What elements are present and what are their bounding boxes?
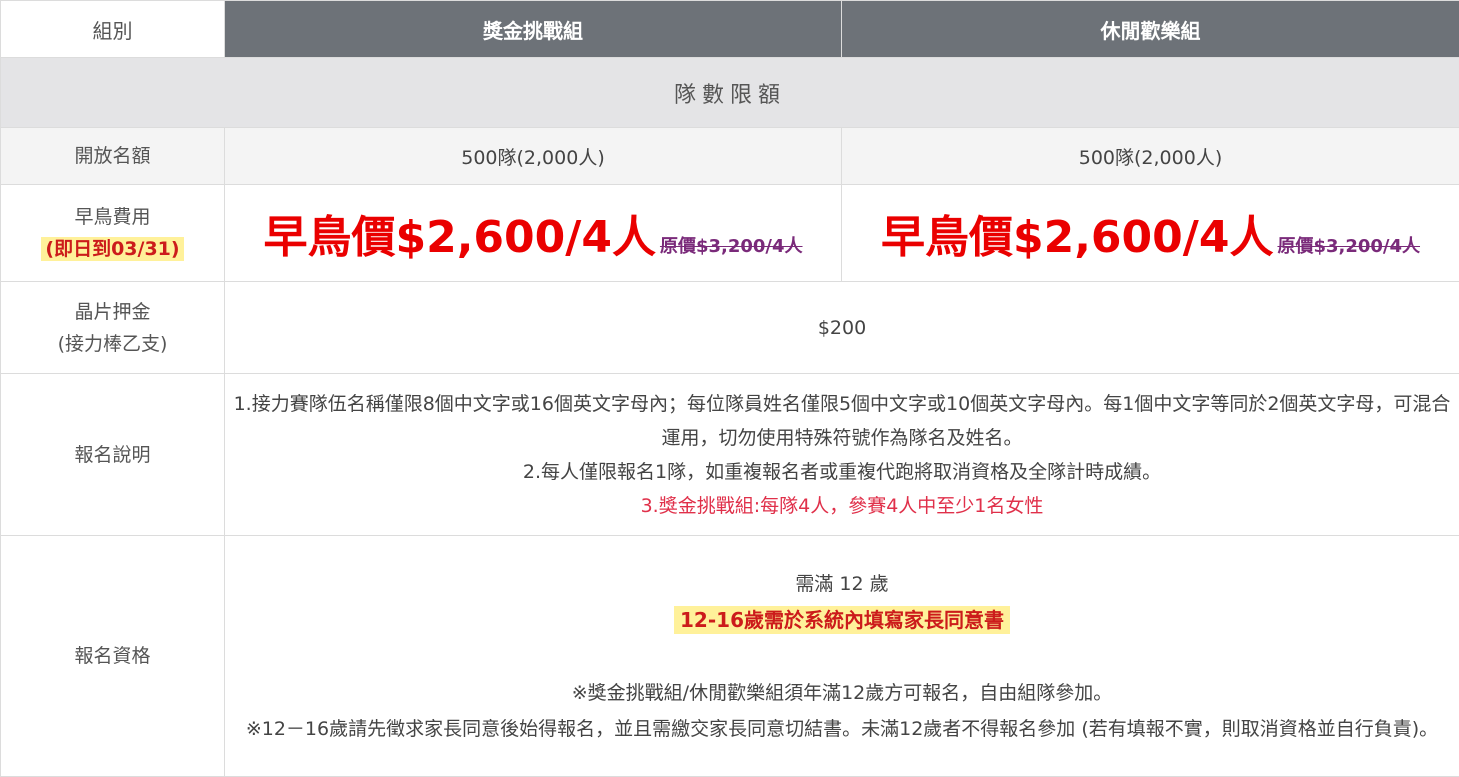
group-label: 組別 (1, 1, 225, 58)
early-bird-row: 早鳥費用 (即日到03/31) 早鳥價$2,600/4人原價$3,200/4人 … (1, 185, 1459, 282)
early-bird-deadline: (即日到03/31) (41, 237, 183, 261)
eligibility-row: 報名資格 需滿 12 歲 12-16歲需於系統內填寫家長同意書 ※獎金挑戰組/休… (1, 536, 1459, 777)
header-row: 組別 獎金挑戰組 休閒歡樂組 (1, 1, 1459, 58)
deposit-value: $200 (225, 282, 1459, 374)
eligibility-content: 需滿 12 歲 12-16歲需於系統內填寫家長同意書 ※獎金挑戰組/休閒歡樂組須… (225, 536, 1459, 777)
early-bird-group2: 早鳥價$2,600/4人原價$3,200/4人 (842, 185, 1459, 282)
quota-group2: 500隊(2,000人) (842, 128, 1459, 185)
original-price-group2: 原價$3,200/4人 (1277, 236, 1420, 257)
eligibility-note-2: ※12－16歲請先徵求家長同意後始得報名，並且需繳交家長同意切結書。未滿12歲者… (237, 711, 1447, 747)
early-bird-price-group1: 早鳥價$2,600/4人 (263, 212, 655, 263)
deposit-sublabel: (接力棒乙支) (1, 328, 224, 360)
early-bird-label: 早鳥費用 (1, 201, 224, 233)
section-title: 隊數限額 (1, 58, 1459, 128)
notes-row: 報名說明 1.接力賽隊伍名稱僅限8個中文字或16個英文字母內；每位隊員姓名僅限5… (1, 374, 1459, 536)
note-line-1: 1.接力賽隊伍名稱僅限8個中文字或16個英文字母內；每位隊員姓名僅限5個中文字或… (233, 387, 1451, 455)
eligibility-age: 需滿 12 歲 (237, 566, 1447, 602)
quota-group1: 500隊(2,000人) (225, 128, 842, 185)
early-bird-label-cell: 早鳥費用 (即日到03/31) (1, 185, 225, 282)
quota-row: 開放名額 500隊(2,000人) 500隊(2,000人) (1, 128, 1459, 185)
note-line-2: 2.每人僅限報名1隊，如重複報名者或重複代跑將取消資格及全隊計時成績。 (233, 455, 1451, 489)
deposit-label: 晶片押金 (1, 296, 224, 328)
deposit-label-cell: 晶片押金 (接力棒乙支) (1, 282, 225, 374)
eligibility-label: 報名資格 (1, 536, 225, 777)
eligibility-note-1: ※獎金挑戰組/休閒歡樂組須年滿12歲方可報名，自由組隊參加。 (237, 675, 1447, 711)
note-line-3: 3.獎金挑戰組:每隊4人，參賽4人中至少1名女性 (233, 489, 1451, 523)
early-bird-group1: 早鳥價$2,600/4人原價$3,200/4人 (225, 185, 842, 282)
group-prize-challenge: 獎金挑戰組 (225, 1, 842, 58)
notes-label: 報名說明 (1, 374, 225, 536)
registration-table: 組別 獎金挑戰組 休閒歡樂組 隊數限額 開放名額 500隊(2,000人) 50… (0, 0, 1459, 777)
deposit-row: 晶片押金 (接力棒乙支) $200 (1, 282, 1459, 374)
notes-content: 1.接力賽隊伍名稱僅限8個中文字或16個英文字母內；每位隊員姓名僅限5個中文字或… (225, 374, 1459, 536)
group-leisure: 休閒歡樂組 (842, 1, 1459, 58)
eligibility-consent: 12-16歲需於系統內填寫家長同意書 (674, 606, 1010, 634)
original-price-group1: 原價$3,200/4人 (660, 236, 803, 257)
section-row: 隊數限額 (1, 58, 1459, 128)
early-bird-price-group2: 早鳥價$2,600/4人 (881, 212, 1273, 263)
quota-label: 開放名額 (1, 128, 225, 185)
